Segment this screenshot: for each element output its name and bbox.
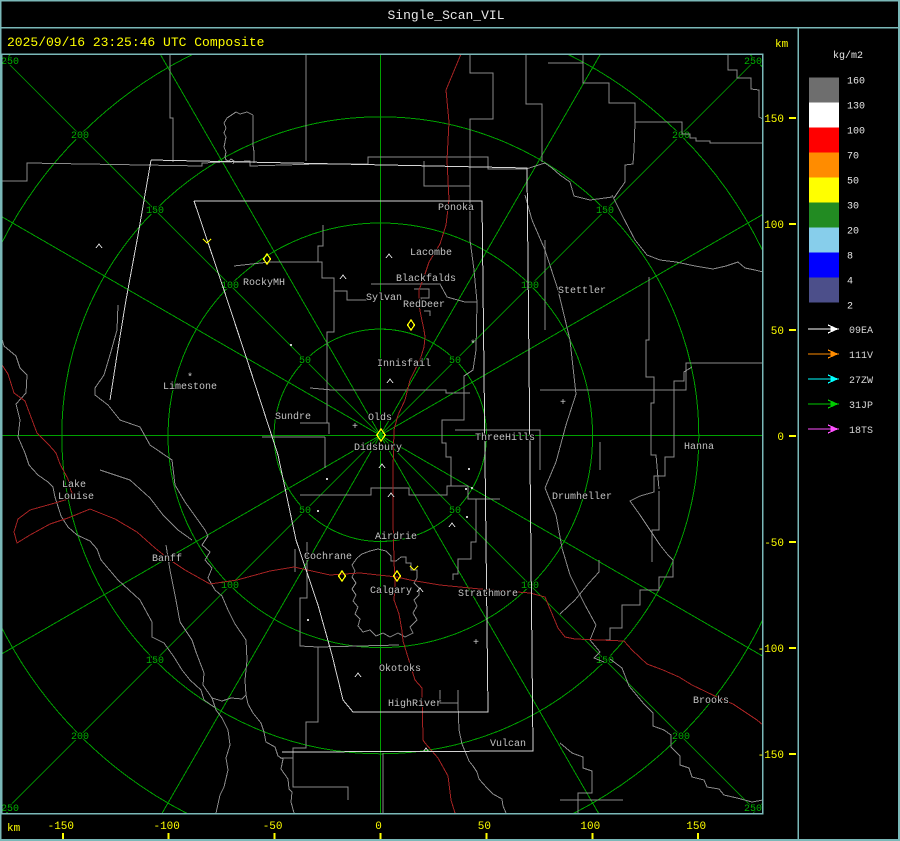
svg-text:Louise: Louise [58, 491, 94, 503]
svg-text:*: * [187, 372, 193, 384]
svg-text:-150: -150 [758, 750, 784, 762]
svg-text:-100: -100 [153, 821, 179, 833]
svg-text:100: 100 [521, 581, 539, 592]
svg-text:Sylvan: Sylvan [366, 292, 402, 304]
svg-text:km: km [7, 823, 21, 835]
svg-text:ThreeHills: ThreeHills [475, 432, 535, 444]
svg-text:+: + [560, 398, 566, 409]
svg-text:200: 200 [672, 131, 690, 142]
svg-text:150: 150 [764, 114, 784, 126]
svg-text:100: 100 [221, 581, 239, 592]
svg-text:200: 200 [71, 131, 89, 142]
svg-text:50: 50 [478, 821, 491, 833]
svg-text:111V: 111V [849, 351, 873, 362]
svg-text:Sundre: Sundre [275, 411, 311, 423]
svg-text:Ponoka: Ponoka [438, 202, 474, 214]
svg-text:*: * [470, 339, 476, 351]
svg-text:150: 150 [146, 206, 164, 217]
svg-text:RockyMH: RockyMH [243, 277, 285, 289]
svg-text:Cochrane: Cochrane [304, 551, 352, 563]
svg-text:18TS: 18TS [849, 426, 873, 437]
svg-text:0: 0 [777, 432, 784, 444]
svg-text:2: 2 [847, 302, 853, 313]
svg-text:250: 250 [1, 57, 19, 68]
svg-text:Stettler: Stettler [558, 285, 606, 297]
svg-text:0: 0 [375, 821, 382, 833]
svg-text:30: 30 [847, 202, 859, 213]
svg-text:4: 4 [847, 277, 853, 288]
svg-text:Innisfail: Innisfail [377, 358, 431, 370]
svg-text:-50: -50 [764, 538, 784, 550]
svg-text:+: + [352, 422, 358, 433]
svg-text:Brooks: Brooks [693, 695, 729, 707]
svg-text:Lacombe: Lacombe [410, 247, 452, 259]
svg-text:Blackfalds: Blackfalds [396, 273, 456, 285]
svg-text:km: km [775, 39, 789, 51]
svg-text:Didsbury: Didsbury [354, 442, 402, 454]
svg-text:27ZW: 27ZW [849, 376, 873, 387]
svg-text:09EA: 09EA [849, 326, 873, 337]
svg-text:50: 50 [299, 356, 311, 367]
svg-text:Okotoks: Okotoks [379, 663, 421, 675]
svg-text:31JP: 31JP [849, 401, 873, 412]
svg-text:RedDeer: RedDeer [403, 299, 445, 311]
svg-text:Lake: Lake [62, 479, 86, 491]
svg-text:+: + [473, 638, 479, 649]
svg-text:HighRiver: HighRiver [388, 698, 442, 710]
svg-text:100: 100 [847, 127, 865, 138]
svg-text:50: 50 [449, 356, 461, 367]
svg-text:kg/m2: kg/m2 [833, 50, 863, 62]
svg-text:150: 150 [146, 656, 164, 667]
svg-text:-100: -100 [758, 644, 784, 656]
svg-text:150: 150 [596, 206, 614, 217]
svg-text:200: 200 [672, 732, 690, 743]
svg-text:Banff: Banff [152, 553, 182, 565]
svg-text:50: 50 [847, 177, 859, 188]
svg-text:8: 8 [847, 252, 853, 263]
svg-text:20: 20 [847, 227, 859, 238]
svg-text:150: 150 [686, 821, 706, 833]
svg-text:100: 100 [764, 220, 784, 232]
svg-text:50: 50 [449, 506, 461, 517]
svg-text:70: 70 [847, 152, 859, 163]
svg-text:Airdrie: Airdrie [375, 531, 417, 543]
svg-text:100: 100 [580, 821, 600, 833]
svg-text:Strathmore: Strathmore [458, 588, 518, 600]
svg-text:Vulcan: Vulcan [490, 738, 526, 750]
svg-text:130: 130 [847, 102, 865, 113]
svg-text:Single_Scan_VIL: Single_Scan_VIL [387, 8, 504, 23]
svg-text:50: 50 [299, 506, 311, 517]
svg-text:Olds: Olds [368, 412, 392, 424]
svg-text:100: 100 [521, 281, 539, 292]
svg-text:200: 200 [71, 732, 89, 743]
svg-text:150: 150 [596, 656, 614, 667]
svg-text:Hanna: Hanna [684, 442, 714, 453]
svg-text:160: 160 [847, 77, 865, 88]
svg-text:250: 250 [744, 57, 762, 68]
svg-text:-150: -150 [48, 821, 74, 833]
svg-text:Calgary: Calgary [370, 585, 412, 597]
svg-text:2025/09/16 23:25:46 UTC Compos: 2025/09/16 23:25:46 UTC Composite [7, 35, 264, 50]
svg-text:50: 50 [771, 326, 784, 338]
svg-text:Drumheller: Drumheller [552, 491, 612, 503]
svg-text:-50: -50 [263, 821, 283, 833]
